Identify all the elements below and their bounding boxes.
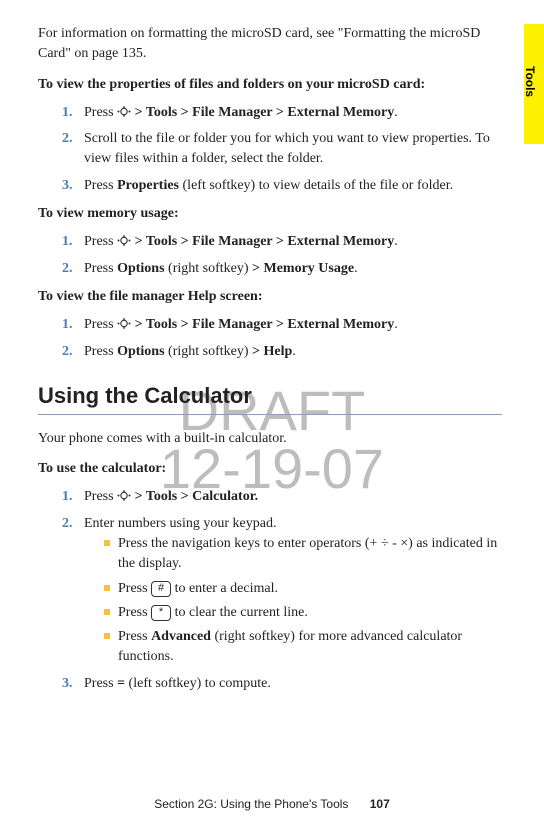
sub-text: Press — [118, 581, 151, 596]
steps-view-properties: 1. Press > Tools > File Manager > Extern… — [38, 103, 502, 196]
sub-text: Press the navigation keys to enter opera… — [118, 536, 497, 571]
step-tail: . — [354, 261, 358, 276]
steps-memory-usage: 1. Press > Tools > File Manager > Extern… — [38, 232, 502, 279]
calc-sublist: Press the navigation keys to enter opera… — [84, 534, 502, 668]
step-number: 3. — [62, 176, 73, 196]
step-item: 1. Press > Tools > File Manager > Extern… — [62, 315, 502, 335]
sublist-item: Press # to enter a decimal. — [104, 579, 502, 599]
step-number: 2. — [62, 514, 73, 534]
step-bold: Properties — [117, 178, 179, 193]
subheading-view-properties: To view the properties of files and fold… — [38, 75, 502, 95]
subheading-memory-usage: To view memory usage: — [38, 204, 502, 224]
step-bold: = — [117, 676, 125, 691]
step-bold: > Memory Usage — [252, 261, 354, 276]
star-key-icon: * — [151, 605, 171, 621]
sub-bold: Advanced — [151, 629, 211, 644]
step-text: Press — [84, 317, 117, 332]
step-bold: > Tools > File Manager > External Memory — [131, 234, 394, 249]
section-title-calculator: Using the Calculator — [38, 380, 502, 412]
step-tail: . — [394, 317, 398, 332]
step-bold: > Tools > Calculator. — [131, 489, 258, 504]
step-item: 1. Press > Tools > File Manager > Extern… — [62, 103, 502, 123]
title-rule — [38, 414, 502, 415]
step-text: (left softkey) to compute. — [125, 676, 271, 691]
step-item: 2. Scroll to the file or folder you for … — [62, 129, 502, 170]
step-number: 1. — [62, 103, 73, 123]
page-content: For information on formatting the microS… — [0, 0, 544, 726]
step-number: 1. — [62, 487, 73, 507]
step-tail: . — [394, 105, 398, 120]
step-number: 2. — [62, 259, 73, 279]
sub-text: Press — [118, 605, 151, 620]
nav-key-icon — [117, 317, 131, 330]
sub-text: Press — [118, 629, 151, 644]
nav-key-icon — [117, 105, 131, 118]
page-footer: Section 2G: Using the Phone's Tools 107 — [0, 796, 544, 813]
step-text: Press — [84, 344, 117, 359]
sublist-item: Press * to clear the current line. — [104, 603, 502, 623]
footer-section-label: Section 2G: Using the Phone's Tools — [154, 797, 348, 811]
step-item: 3. Press = (left softkey) to compute. — [62, 674, 502, 694]
step-item: 2. Enter numbers using your keypad. Pres… — [62, 514, 502, 668]
step-bold: Options — [117, 344, 164, 359]
step-text: Press — [84, 178, 117, 193]
step-text: Press — [84, 261, 117, 276]
step-text: Enter numbers using your keypad. — [84, 516, 276, 531]
intro-paragraph: For information on formatting the microS… — [38, 24, 502, 65]
step-bold: > Tools > File Manager > External Memory — [131, 317, 394, 332]
step-number: 1. — [62, 315, 73, 335]
step-text: Scroll to the file or folder you for whi… — [84, 131, 490, 166]
subheading-use-calculator: To use the calculator: — [38, 459, 502, 479]
subheading-help-screen: To view the file manager Help screen: — [38, 287, 502, 307]
steps-use-calculator: 1. Press > Tools > Calculator. 2. Enter … — [38, 487, 502, 694]
steps-help-screen: 1. Press > Tools > File Manager > Extern… — [38, 315, 502, 362]
hash-key-icon: # — [151, 581, 171, 597]
step-number: 1. — [62, 232, 73, 252]
step-text: Press — [84, 489, 117, 504]
sub-text: to enter a decimal. — [171, 581, 278, 596]
nav-key-icon — [117, 489, 131, 502]
step-bold: > Tools > File Manager > External Memory — [131, 105, 394, 120]
step-item: 3. Press Properties (left softkey) to vi… — [62, 176, 502, 196]
step-bold: Options — [117, 261, 164, 276]
step-text: (right softkey) — [165, 261, 252, 276]
sublist-item: Press the navigation keys to enter opera… — [104, 534, 502, 575]
step-item: 2. Press Options (right softkey) > Help. — [62, 342, 502, 362]
page-number: 107 — [370, 797, 390, 811]
step-text: Press — [84, 676, 117, 691]
step-item: 1. Press > Tools > File Manager > Extern… — [62, 232, 502, 252]
step-text: (right softkey) — [165, 344, 252, 359]
step-tail: . — [292, 344, 296, 359]
calc-intro: Your phone comes with a built-in calcula… — [38, 429, 502, 449]
step-number: 2. — [62, 342, 73, 362]
step-number: 3. — [62, 674, 73, 694]
step-number: 2. — [62, 129, 73, 149]
step-text: (left softkey) to view details of the fi… — [179, 178, 453, 193]
nav-key-icon — [117, 234, 131, 247]
sublist-item: Press Advanced (right softkey) for more … — [104, 627, 502, 668]
step-tail: . — [394, 234, 398, 249]
step-text: Press — [84, 234, 117, 249]
step-text: Press — [84, 105, 117, 120]
sub-text: to clear the current line. — [171, 605, 308, 620]
step-bold: > Help — [252, 344, 292, 359]
side-tab-label: Tools — [521, 66, 538, 97]
step-item: 1. Press > Tools > Calculator. — [62, 487, 502, 507]
step-item: 2. Press Options (right softkey) > Memor… — [62, 259, 502, 279]
side-tab: Tools — [524, 24, 544, 144]
